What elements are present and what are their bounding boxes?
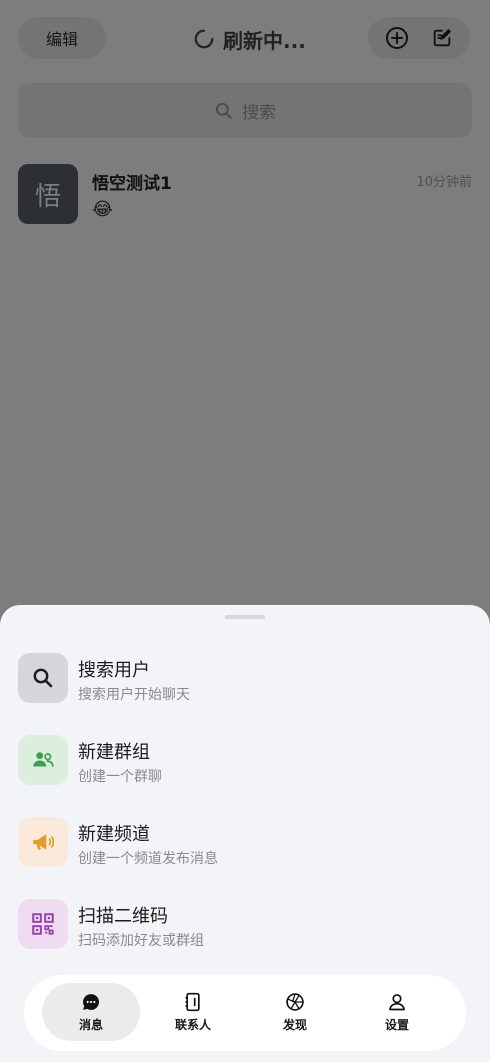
menu-item-title: 扫描二维码: [78, 906, 168, 927]
bottom-nav: 消息 联系人 发现 设置: [24, 975, 466, 1051]
tab-discover[interactable]: 发现: [246, 983, 344, 1041]
search-user-icon-box: [18, 653, 68, 703]
top-bar: 编辑 刷新中...: [0, 0, 490, 80]
search-user-item[interactable]: 搜索用户 搜索用户开始聊天: [18, 653, 472, 711]
scan-qr-item[interactable]: 扫描二维码 扫码添加好友或群组: [18, 899, 472, 957]
search-icon: [33, 668, 53, 688]
tab-settings[interactable]: 设置: [348, 983, 446, 1041]
menu-item-subtitle: 搜索用户开始聊天: [78, 687, 190, 703]
tab-label: 发现: [282, 1018, 307, 1032]
menu-item-subtitle: 创建一个频道发布消息: [78, 851, 218, 867]
contacts-icon: [182, 991, 204, 1013]
sheet-drag-handle[interactable]: [225, 615, 265, 619]
aperture-icon: [284, 991, 306, 1013]
header-actions: [368, 17, 470, 59]
avatar: 悟: [18, 164, 78, 224]
tab-label: 设置: [384, 1018, 409, 1032]
edit-button[interactable]: 编辑: [18, 17, 106, 59]
search-bar[interactable]: 搜索: [18, 83, 472, 138]
megaphone-icon: [33, 834, 55, 850]
conversation-item[interactable]: 悟 悟空测试1 10分钟前 😂: [0, 156, 490, 232]
conversation-time: 10分钟前: [416, 175, 472, 190]
menu-item-title: 搜索用户: [78, 660, 150, 681]
scan-qr-icon-box: [18, 899, 68, 949]
new-group-icon-box: [18, 735, 68, 785]
search-icon: [215, 102, 232, 119]
tab-label: 消息: [78, 1018, 103, 1032]
menu-item-title: 新建群组: [78, 742, 150, 763]
compose-button[interactable]: [424, 20, 460, 56]
new-group-item[interactable]: 新建群组 创建一个群聊: [18, 735, 472, 793]
plus-circle-icon: [385, 27, 408, 49]
search-placeholder: 搜索: [242, 103, 276, 123]
tab-messages[interactable]: 消息: [42, 983, 140, 1041]
menu-item-title: 新建频道: [78, 824, 150, 845]
menu-item-subtitle: 扫码添加好友或群组: [78, 933, 204, 949]
page-title: 刷新中...: [223, 28, 306, 53]
group-icon: [33, 752, 54, 767]
page-title-wrap: 刷新中...: [193, 22, 306, 56]
tab-contacts[interactable]: 联系人: [144, 983, 242, 1041]
new-channel-item[interactable]: 新建频道 创建一个频道发布消息: [18, 817, 472, 875]
new-channel-icon-box: [18, 817, 68, 867]
qr-code-icon: [32, 913, 54, 935]
menu-item-subtitle: 创建一个群聊: [78, 769, 162, 785]
user-settings-icon: [386, 991, 408, 1013]
chat-icon: [80, 991, 102, 1013]
add-button[interactable]: [379, 20, 415, 56]
loading-spinner-icon: [194, 29, 214, 49]
compose-icon: [433, 28, 451, 47]
conversation-last-message: 😂: [92, 199, 114, 220]
conversation-name: 悟空测试1: [92, 174, 172, 194]
tab-label: 联系人: [174, 1018, 211, 1032]
